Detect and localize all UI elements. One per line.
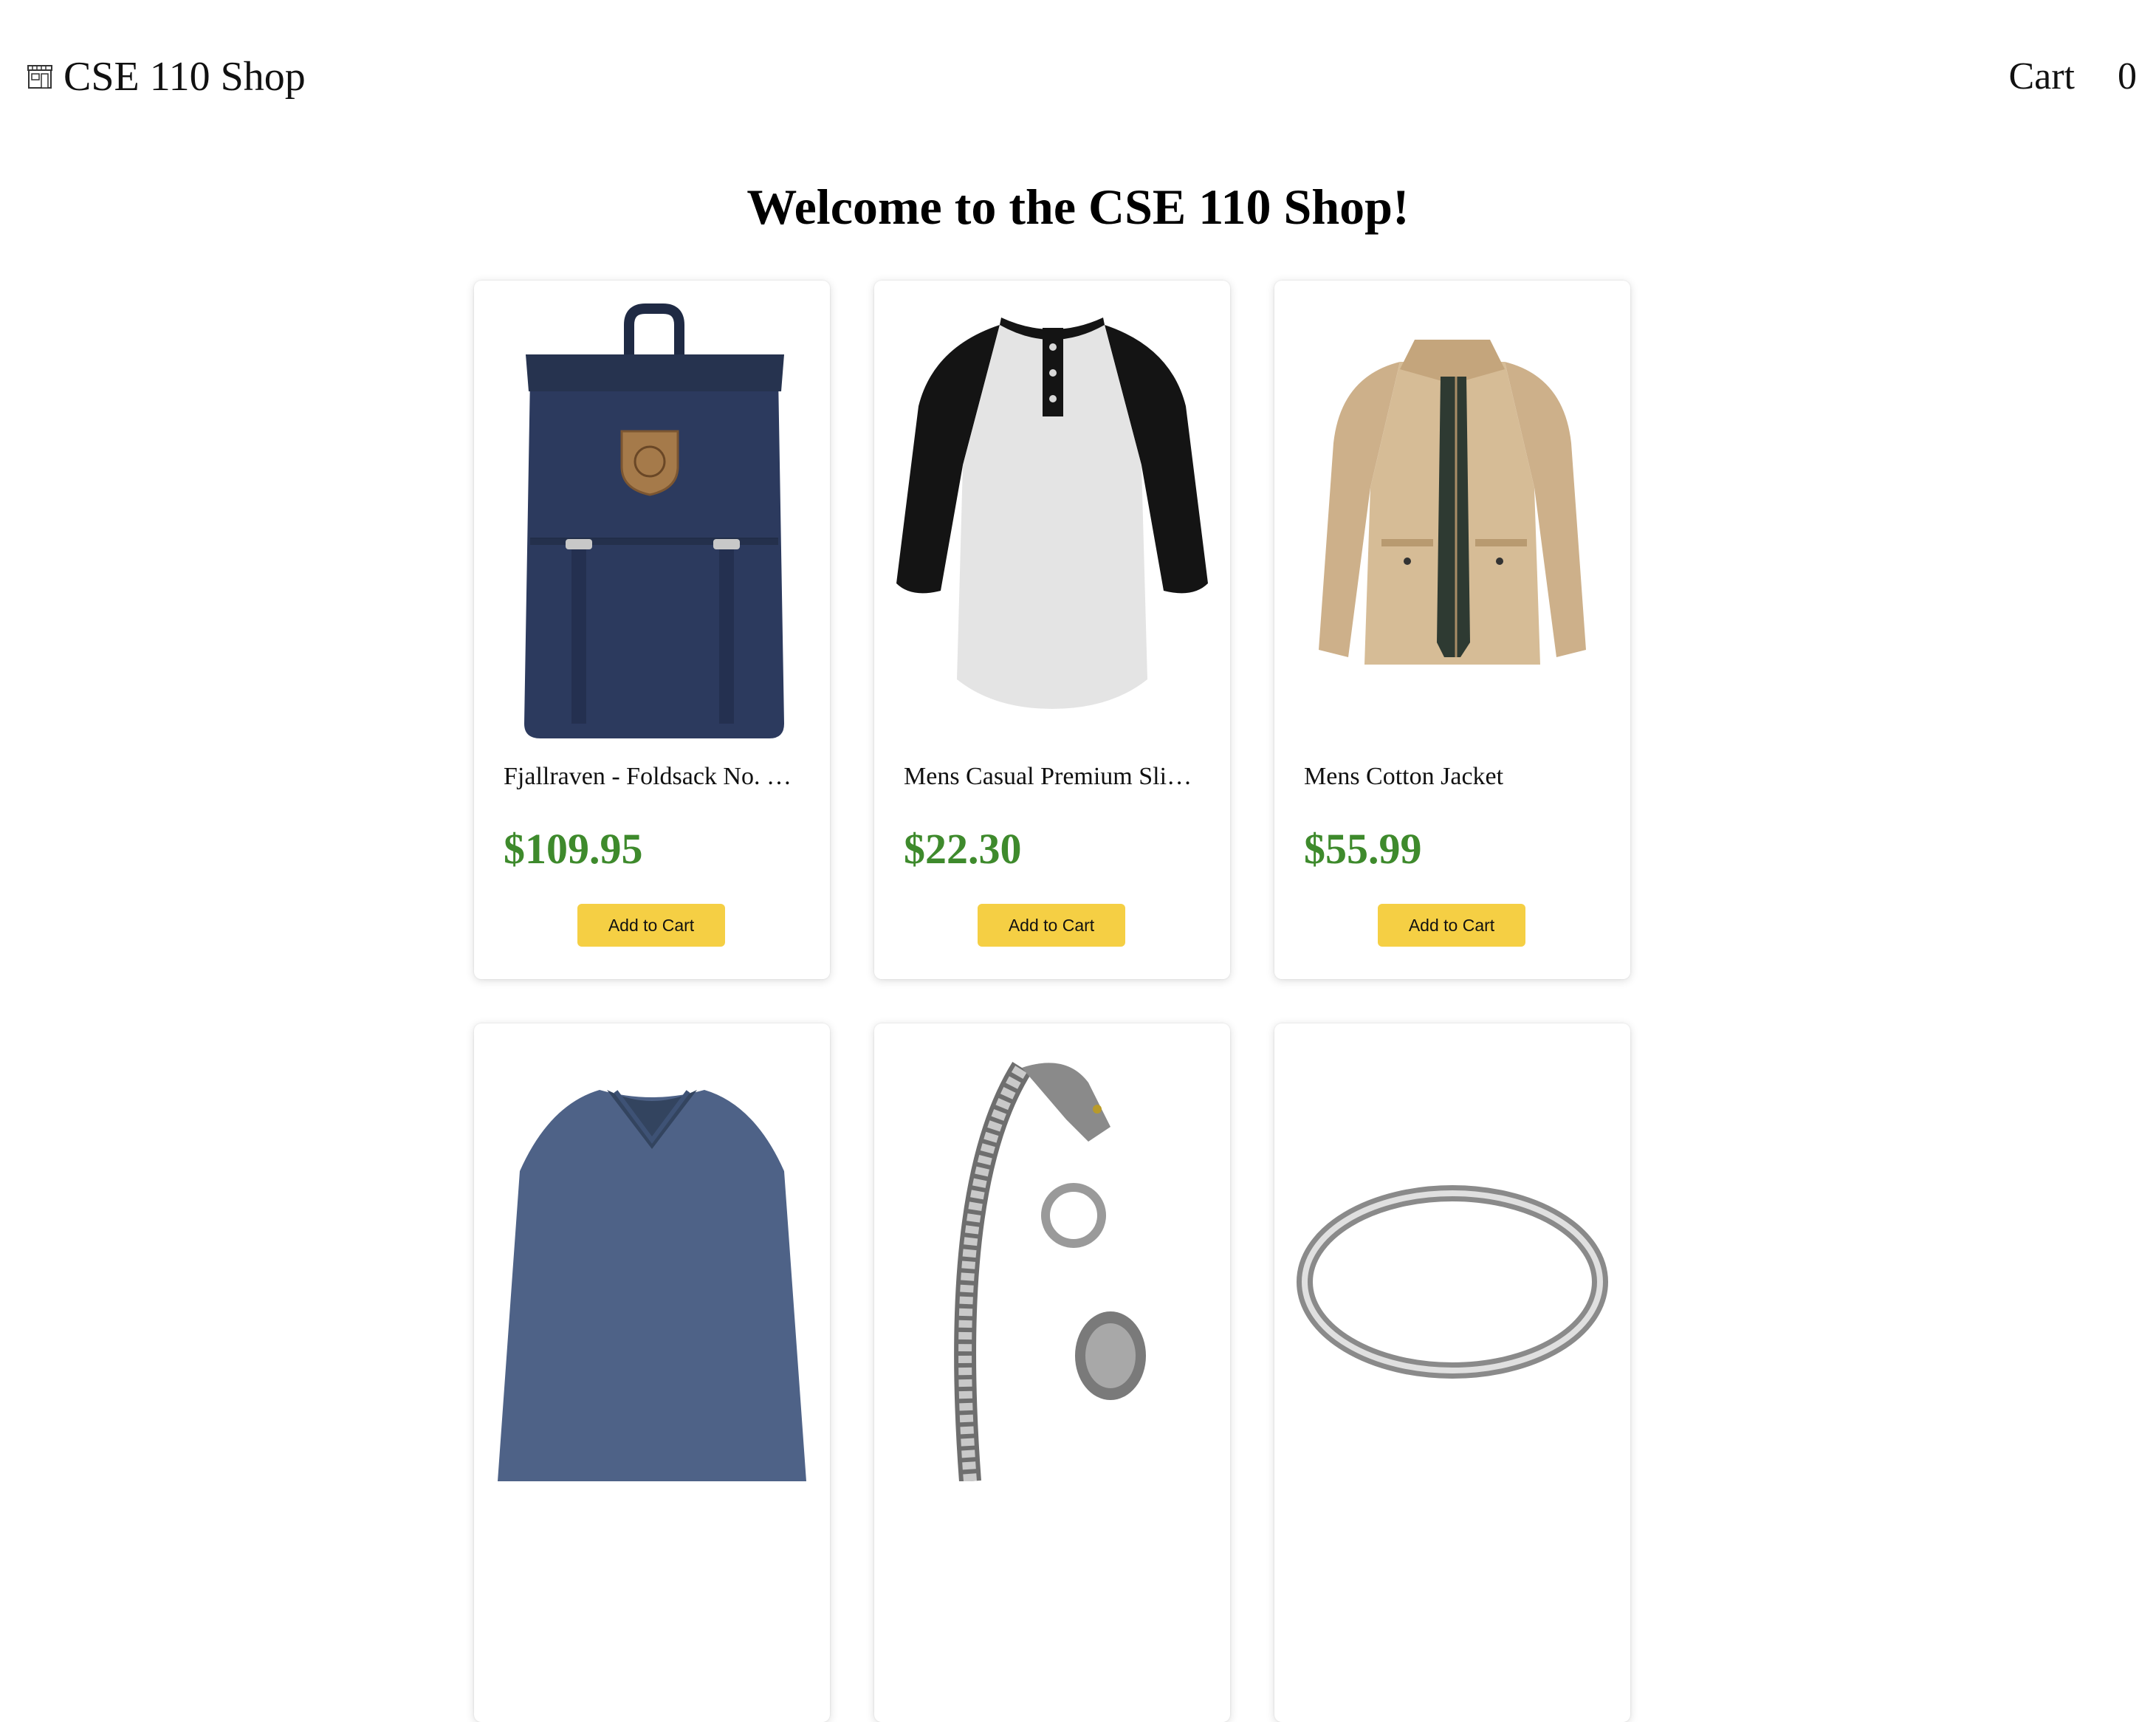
product-card: Mens Casual Premium Slim Fit T-Shirts $2… <box>874 281 1230 979</box>
product-title: Mens Cotton Jacket <box>1304 763 1504 790</box>
product-price: $55.99 <box>1304 825 1422 873</box>
product-image-backpack <box>489 295 815 738</box>
product-card: Mens Cotton Jacket $55.99 Add to Cart <box>1274 281 1630 979</box>
product-card: Fjallraven - Foldsack No. 1 Backpack, Fi… <box>474 281 830 979</box>
product-image-raglan-shirt <box>889 295 1215 738</box>
product-image-v-neck-shirt <box>489 1038 815 1481</box>
store-icon <box>27 64 53 90</box>
site-header: CSE 110 Shop Cart 0 <box>0 0 2156 148</box>
add-to-cart-button[interactable]: Add to Cart <box>1378 904 1525 947</box>
product-card <box>474 1023 830 1722</box>
add-to-cart-button[interactable]: Add to Cart <box>577 904 725 947</box>
product-image-jacket <box>1289 295 1616 738</box>
product-card <box>874 1023 1230 1722</box>
cart-button[interactable]: Cart 0 <box>2008 53 2137 100</box>
page-title: Welcome to the CSE 110 Shop! <box>746 179 1410 235</box>
product-price: $22.30 <box>904 825 1022 873</box>
product-image-silver-ring <box>1289 1038 1616 1481</box>
cart-label: Cart <box>2008 55 2075 97</box>
product-grid: Fjallraven - Foldsack No. 1 Backpack, Fi… <box>474 281 1633 1722</box>
product-image-dragon-bracelet <box>889 1038 1215 1481</box>
product-title: Mens Casual Premium Slim Fit T-Shirts <box>904 763 1201 790</box>
product-card <box>1274 1023 1630 1722</box>
add-to-cart-button[interactable]: Add to Cart <box>978 904 1125 947</box>
cart-count: 0 <box>2118 55 2137 97</box>
product-title: Fjallraven - Foldsack No. 1 Backpack, Fi… <box>504 763 800 790</box>
brand-name: CSE 110 Shop <box>63 54 306 100</box>
brand[interactable]: CSE 110 Shop <box>27 53 306 100</box>
product-price: $109.95 <box>504 825 643 873</box>
